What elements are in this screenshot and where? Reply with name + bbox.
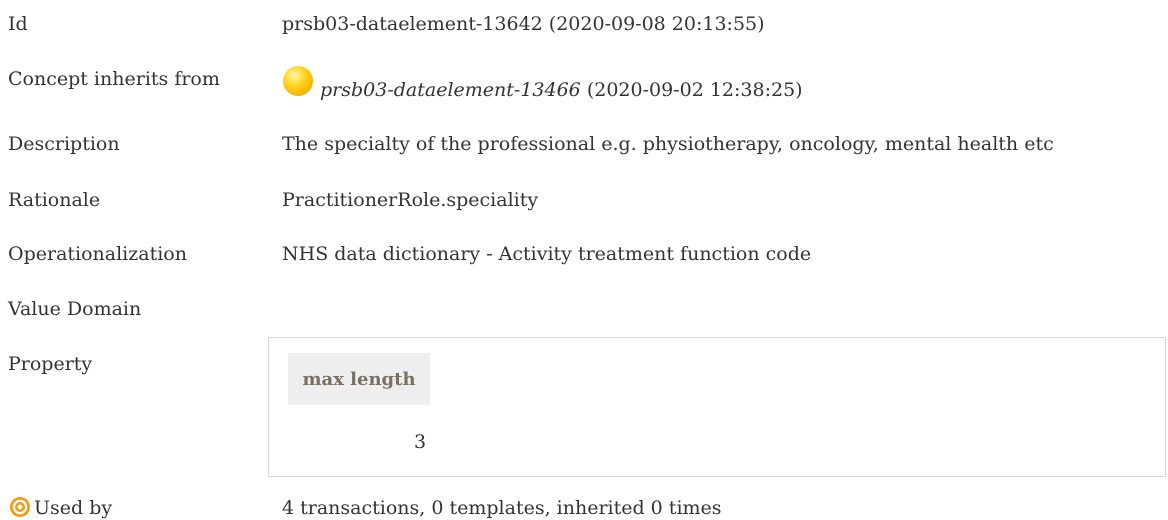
status-ball-icon bbox=[283, 66, 313, 96]
property-table: max length 3 bbox=[268, 337, 1166, 477]
description-value: The specialty of the professional e.g. p… bbox=[282, 133, 1054, 155]
rationale-label: Rationale bbox=[8, 189, 101, 211]
operationalization-value: NHS data dictionary - Activity treatment… bbox=[282, 243, 812, 265]
inherits-value[interactable]: prsb03-dataelement-13466 (2020-09-02 12:… bbox=[320, 79, 803, 101]
property-header-max-length: max length bbox=[288, 353, 430, 405]
operationalization-label: Operationalization bbox=[8, 243, 187, 265]
inherits-ref-link[interactable]: prsb03-dataelement-13466 bbox=[320, 79, 581, 101]
id-label: Id bbox=[8, 13, 28, 35]
target-icon bbox=[10, 497, 30, 517]
inherits-label: Concept inherits from bbox=[8, 68, 220, 90]
rationale-value: PractitionerRole.speciality bbox=[282, 189, 539, 211]
used-by-value[interactable]: 4 transactions, 0 templates, inherited 0… bbox=[282, 497, 722, 519]
used-by-label: Used by bbox=[34, 497, 113, 519]
description-label: Description bbox=[8, 133, 120, 155]
value-domain-label: Value Domain bbox=[8, 298, 142, 320]
id-value: prsb03-dataelement-13642 (2020-09-08 20:… bbox=[282, 13, 765, 35]
property-value-max-length: 3 bbox=[414, 431, 427, 453]
property-label: Property bbox=[8, 353, 93, 375]
inherits-date: (2020-09-02 12:38:25) bbox=[580, 79, 803, 101]
